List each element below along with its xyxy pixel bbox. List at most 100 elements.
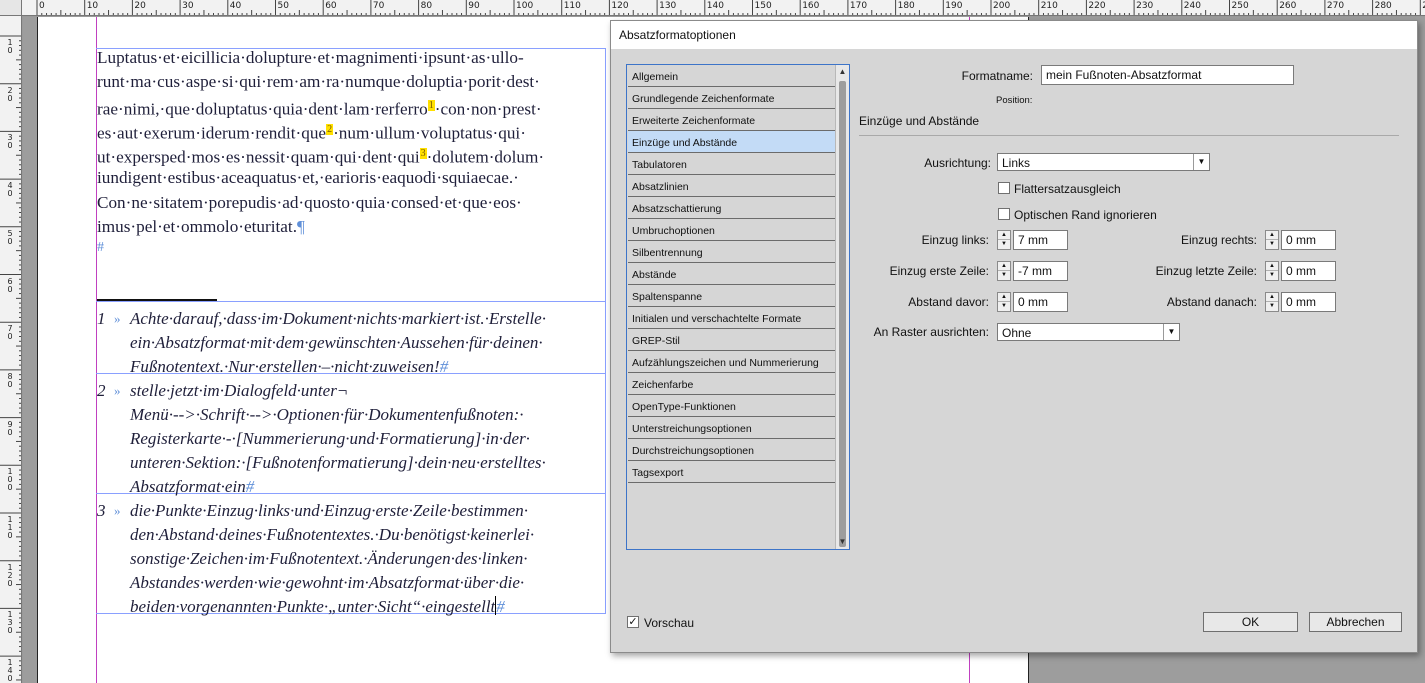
einzug-erste-zeile-input[interactable] (1013, 261, 1068, 281)
category-item[interactable]: Grundlegende Zeichenformate (628, 87, 835, 109)
body-line-text: ·con·non·prest· (434, 99, 542, 119)
ruler-label: 30 (7, 133, 13, 151)
einzug-links-stepper[interactable]: ▲ ▼ (997, 230, 1011, 250)
einzug-letzte-zeile-stepper[interactable]: ▲ ▼ (1265, 261, 1279, 281)
category-item[interactable]: Erweiterte Zeichenformate (628, 109, 835, 131)
ruler-label: 190 (945, 1, 963, 11)
ruler-label: 80 (420, 1, 433, 11)
category-item[interactable]: Absatzschattierung (628, 197, 835, 219)
category-item[interactable]: Initialen und verschachtelte Formate (628, 307, 835, 329)
einzug-rechts-label: Einzug rechts: (1180, 233, 1257, 247)
ruler-label: 20 (134, 1, 146, 11)
category-item[interactable]: OpenType-Funktionen (628, 395, 835, 417)
category-list-scrollbar[interactable]: ▲ ▼ (835, 65, 849, 549)
stepper-down-icon[interactable]: ▼ (998, 302, 1010, 311)
footnote-text: stelle·jetzt·im·Dialogfeld·unter¬ Menü·-… (130, 379, 602, 499)
stepper-down-icon[interactable]: ▼ (998, 271, 1010, 280)
abstand-davor-stepper[interactable]: ▲ ▼ (997, 292, 1011, 312)
ruler-label: 110 (563, 1, 581, 11)
flattersatzausgleich-checkbox[interactable] (998, 182, 1010, 194)
ruler-label: 40 (7, 181, 13, 199)
raster-select[interactable]: Ohne ▼ (997, 323, 1180, 341)
cancel-button[interactable]: Abbrechen (1309, 612, 1402, 632)
optischer-rand-label: Optischen Rand ignorieren (1014, 208, 1157, 222)
stepper-up-icon[interactable]: ▲ (998, 293, 1010, 302)
ruler-label: 110 (7, 515, 13, 540)
category-item[interactable]: Tabulatoren (628, 153, 835, 175)
einzug-rechts-input[interactable] (1281, 230, 1336, 250)
body-line: rae·nimi,·que·doluptatus·quia·dent·lam·r… (97, 94, 602, 119)
category-list[interactable]: Allgemein Grundlegende Zeichenformate Erwe… (626, 64, 850, 550)
category-item[interactable]: Abstände (628, 263, 835, 285)
category-item[interactable]: Silbentrennung (628, 241, 835, 263)
category-item[interactable]: Allgemein (628, 65, 835, 87)
category-item[interactable]: Durchstreichungsoptionen (628, 439, 835, 461)
abstand-danach-stepper[interactable]: ▲ ▼ (1265, 292, 1279, 312)
position-label: Position: (996, 95, 1033, 106)
footnote-line: ein·Absatzformat·mit·dem·gewünschten·Aus… (130, 333, 543, 352)
footnote-line-text: beiden·vorgenannten·Punkte·„unter·Sicht“… (130, 597, 496, 616)
footnote-reference[interactable]: 1 (427, 100, 435, 112)
format-name-input[interactable] (1041, 65, 1294, 85)
einzug-letzte-zeile-input[interactable] (1281, 261, 1336, 281)
stepper-down-icon[interactable]: ▼ (1266, 240, 1278, 249)
stepper-down-icon[interactable]: ▼ (998, 240, 1010, 249)
dialog-title: Absatzformatoptionen (611, 21, 1417, 49)
category-item[interactable]: Tagsexport (628, 461, 835, 483)
section-title: Einzüge und Abstände (859, 114, 980, 128)
stepper-up-icon[interactable]: ▲ (1266, 262, 1278, 271)
ruler-label: 90 (468, 1, 480, 11)
footnote-separator-rule (97, 299, 217, 301)
category-item[interactable]: GREP-Stil (628, 329, 835, 351)
optischer-rand-checkbox[interactable] (998, 208, 1010, 220)
category-item[interactable]: Unterstreichungsoptionen (628, 417, 835, 439)
category-item[interactable]: Zeichenfarbe (628, 373, 835, 395)
body-line-text: ·num·ullum·voluptatus·qui· (333, 124, 526, 144)
chevron-down-icon: ▼ (1163, 324, 1179, 340)
stepper-up-icon[interactable]: ▲ (1266, 231, 1278, 240)
horizontal-ruler[interactable]: 0 10 20 30 40 50 60 70 80 90 100 110 120 130 140 150 160… (0, 0, 1425, 16)
ruler-label: 260 (1279, 1, 1297, 11)
footnote-3[interactable]: 3 » die·Punkte·Einzug·links·und·Einzug·e… (97, 499, 602, 619)
ruler-origin[interactable] (0, 0, 22, 16)
einzug-erste-zeile-stepper[interactable]: ▲ ▼ (997, 261, 1011, 281)
scroll-down-arrow-icon[interactable]: ▼ (836, 535, 849, 549)
scroll-up-arrow-icon[interactable]: ▲ (836, 65, 849, 79)
scroll-thumb[interactable] (839, 81, 846, 547)
category-item[interactable]: Spaltenspanne (628, 285, 835, 307)
body-text-frame[interactable]: Luptatus·et·eicillicia·dolupture·et·magn… (97, 46, 602, 239)
ruler-label: 210 (1040, 1, 1058, 11)
stepper-down-icon[interactable]: ▼ (1266, 271, 1278, 280)
ruler-label: 130 (659, 1, 677, 11)
vorschau-checkbox[interactable]: ✓ (627, 616, 639, 628)
raster-label: An Raster ausrichten: (873, 325, 989, 339)
footnote-line: die·Punkte·Einzug·links·und·Einzug·erste… (130, 501, 529, 520)
footnote-2[interactable]: 2 » stelle·jetzt·im·Dialogfeld·unter¬ Me… (97, 379, 602, 499)
ok-button[interactable]: OK (1203, 612, 1298, 632)
ruler-label: 120 (611, 1, 629, 11)
alignment-select[interactable]: Links ▼ (997, 153, 1210, 171)
end-of-story-mark: # (439, 357, 449, 376)
einzug-links-input[interactable] (1013, 230, 1068, 250)
ruler-label: 270 (1326, 1, 1345, 11)
stepper-up-icon[interactable]: ▲ (998, 231, 1010, 240)
category-item[interactable]: Einzüge und Abstände (628, 131, 835, 153)
category-item[interactable]: Umbruchoptionen (628, 219, 835, 241)
ruler-label: 80 (7, 371, 13, 389)
abstand-davor-input[interactable] (1013, 292, 1068, 312)
category-item[interactable]: Absatzlinien (628, 175, 835, 197)
stepper-up-icon[interactable]: ▲ (998, 262, 1010, 271)
category-item[interactable]: Aufzählungszeichen und Nummerierung (628, 351, 835, 373)
ruler-label: 100 (516, 1, 534, 11)
abstand-danach-input[interactable] (1281, 292, 1336, 312)
footnote-reference[interactable]: 2 (326, 124, 334, 136)
ruler-label: 20 (7, 85, 13, 103)
einzug-rechts-stepper[interactable]: ▲ ▼ (1265, 230, 1279, 250)
footnote-reference[interactable]: 3 (419, 148, 427, 160)
body-line-text: rae·nimi,·que·doluptatus·quia·dent·lam·r… (97, 99, 428, 119)
stepper-up-icon[interactable]: ▲ (1266, 293, 1278, 302)
vertical-ruler[interactable]: 10 20 30 40 50 60 70 80 90 100 110 120 130 140 (0, 16, 22, 683)
footnote-line: sonstige·Zeichen·im·Fußnotentext.·Änderu… (130, 549, 528, 568)
footnote-1[interactable]: 1 » Achte·darauf,·dass·im·Dokument·nicht… (97, 307, 602, 379)
stepper-down-icon[interactable]: ▼ (1266, 302, 1278, 311)
